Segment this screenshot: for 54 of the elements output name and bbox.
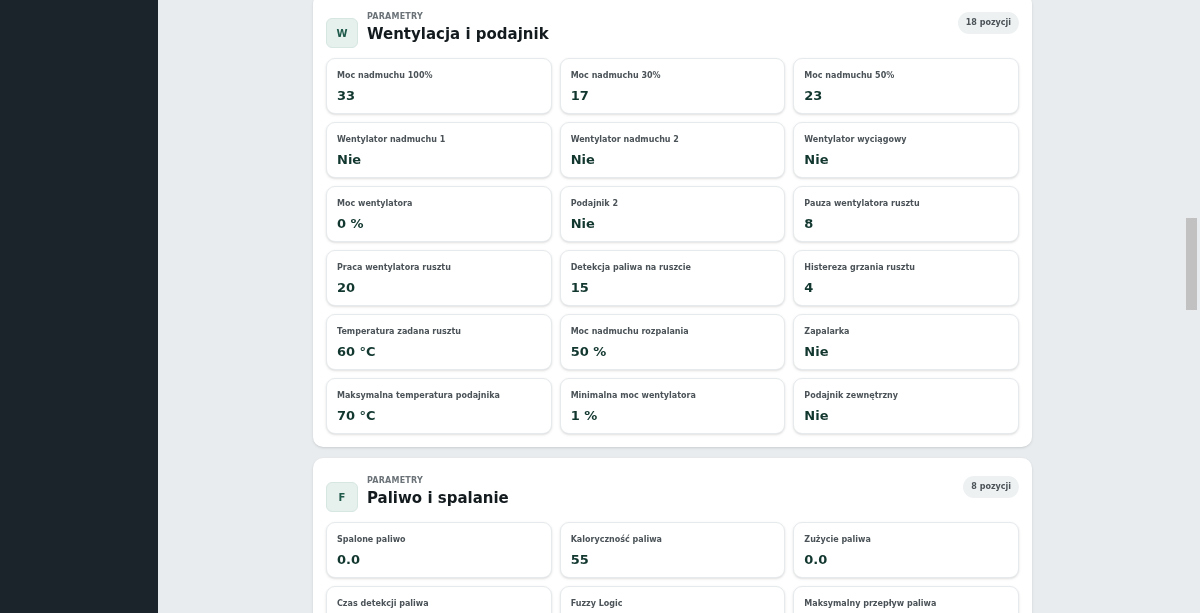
section-icon: F (326, 482, 358, 512)
parameter-label: Kaloryczność paliwa (570, 535, 663, 545)
section-eyebrow: PARAMETRY (367, 476, 424, 486)
parameter-label: Zapalarka (804, 327, 851, 337)
parameter-label: Moc nadmuchu 30% (570, 71, 662, 81)
parameter-value: 0 % (337, 216, 365, 232)
parameter-value: 17 (570, 88, 590, 104)
parameter-value: Nie (570, 216, 596, 232)
parameter-label: Fuzzy Logic (570, 599, 624, 609)
count-pill: 8 pozycji (963, 476, 1019, 498)
parameter-label: Detekcja paliwa na ruszcie (570, 263, 692, 273)
parameter-value: Nie (804, 408, 830, 424)
parameter-value: 8 (804, 216, 815, 232)
parameter-label: Moc nadmuchu 100% (337, 71, 434, 81)
parameter-value: 1 % (570, 408, 599, 424)
parameter-value: 60 °C (337, 344, 377, 360)
section-eyebrow: PARAMETRY (367, 12, 424, 22)
parameter-label: Wentylator nadmuchu 1 (337, 135, 447, 145)
parameter-label: Wentylator nadmuchu 2 (570, 135, 680, 145)
parameter-value: 15 (570, 280, 590, 296)
parameter-label: Maksymalna temperatura podajnika (337, 391, 501, 401)
parameter-value: 50 % (570, 344, 608, 360)
section-icon: W (326, 18, 358, 48)
parameter-label: Praca wentylatora rusztu (337, 263, 452, 273)
count-pill: 18 pozycji (957, 12, 1019, 34)
parameter-label: Czas detekcji paliwa (337, 599, 430, 609)
parameter-value: 4 (804, 280, 815, 296)
parameter-value: 23 (804, 88, 824, 104)
parameter-label: Wentylator wyciągowy (804, 135, 908, 145)
parameter-value: Nie (804, 152, 830, 168)
parameter-label: Pauza wentylatora rusztu (804, 199, 921, 209)
parameter-label: Minimalna moc wentylatora (570, 391, 697, 401)
parameter-label: Moc nadmuchu rozpalania (570, 327, 690, 337)
parameter-label: Zużycie paliwa (804, 535, 872, 545)
parameter-label: Spalone paliwo (337, 535, 407, 545)
parameter-value: 70 °C (337, 408, 377, 424)
parameter-label: Histereza grzania rusztu (804, 263, 916, 273)
parameter-value: 33 (337, 88, 357, 104)
parameter-value: Nie (804, 344, 830, 360)
parameter-label: Moc nadmuchu 50% (804, 71, 896, 81)
section-title: Paliwo i spalanie (367, 488, 510, 508)
parameter-label: Podajnik 2 (570, 199, 619, 209)
parameter-value: 0.0 (337, 552, 362, 568)
scrollbar[interactable] (1186, 218, 1197, 310)
parameter-label: Maksymalny przepływ paliwa (804, 599, 938, 609)
parameter-label: Temperatura zadana rusztu (337, 327, 462, 337)
parameter-value: Nie (570, 152, 596, 168)
parameter-label: Moc wentylatora (337, 199, 414, 209)
parameter-value: 20 (337, 280, 357, 296)
parameter-label: Podajnik zewnętrzny (804, 391, 900, 401)
parameter-value: 55 (570, 552, 590, 568)
parameter-value: 0.0 (804, 552, 829, 568)
parameter-value: Nie (337, 152, 363, 168)
section-title: Wentylacja i podajnik (367, 24, 550, 44)
